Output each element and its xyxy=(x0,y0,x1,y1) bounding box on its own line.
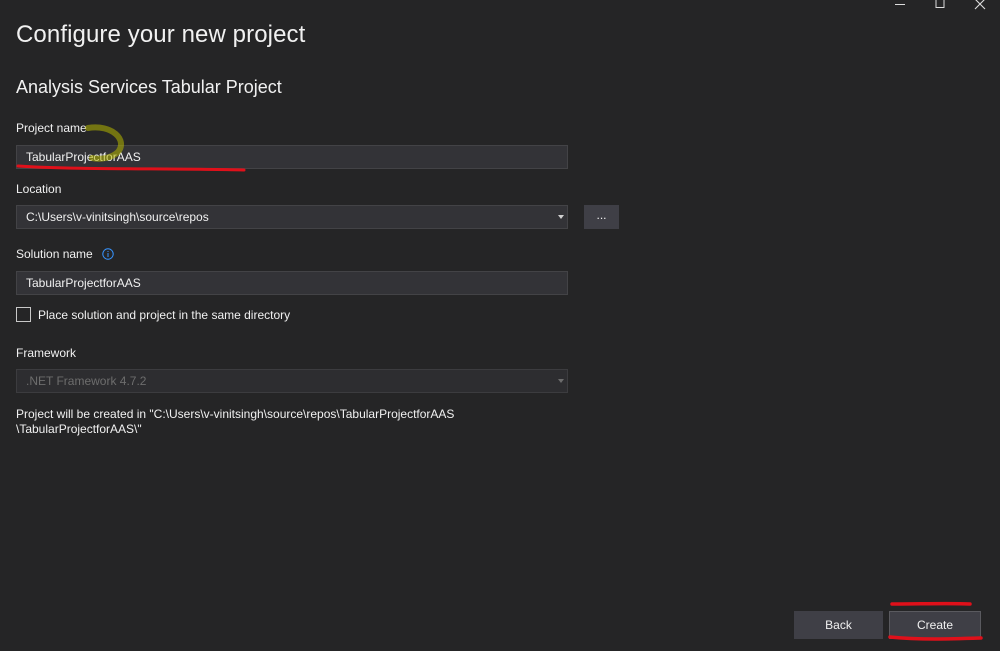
browse-location-button[interactable]: ... xyxy=(584,205,619,229)
project-path-line-2: \TabularProjectforAAS\" xyxy=(16,422,142,436)
framework-value: .NET Framework 4.7.2 xyxy=(26,374,147,388)
project-path-info: Project will be created in "C:\Users\v-v… xyxy=(16,407,496,437)
minimize-button[interactable] xyxy=(880,0,920,12)
project-name-label: Project name xyxy=(16,121,87,135)
framework-dropdown: .NET Framework 4.7.2 xyxy=(16,369,568,393)
close-icon xyxy=(974,0,986,10)
framework-label: Framework xyxy=(16,346,77,360)
location-label: Location xyxy=(16,182,62,196)
location-value: C:\Users\v-vinitsingh\source\repos xyxy=(26,210,209,224)
maximize-icon xyxy=(935,0,945,8)
back-button[interactable]: Back xyxy=(794,611,883,639)
solution-name-label-row: Solution name xyxy=(16,247,114,261)
same-directory-checkbox[interactable] xyxy=(16,307,31,322)
chevron-down-icon xyxy=(558,215,564,219)
project-name-input[interactable] xyxy=(16,145,568,169)
close-button[interactable] xyxy=(960,0,1000,12)
solution-name-input[interactable] xyxy=(16,271,568,295)
project-path-line-1: Project will be created in "C:\Users\v-v… xyxy=(16,407,455,421)
window-controls xyxy=(880,0,1000,12)
create-button[interactable]: Create xyxy=(889,611,981,639)
location-dropdown[interactable]: C:\Users\v-vinitsingh\source\repos xyxy=(16,205,568,229)
minimize-icon xyxy=(895,4,905,5)
project-type-title: Analysis Services Tabular Project xyxy=(16,77,282,97)
same-directory-label[interactable]: Place solution and project in the same d… xyxy=(38,308,290,322)
same-directory-option: Place solution and project in the same d… xyxy=(16,307,290,322)
solution-name-label: Solution name xyxy=(16,247,93,261)
chevron-down-icon xyxy=(558,379,564,383)
info-icon[interactable] xyxy=(102,248,114,260)
maximize-button[interactable] xyxy=(920,0,960,12)
page-title: Configure your new project xyxy=(16,21,306,48)
